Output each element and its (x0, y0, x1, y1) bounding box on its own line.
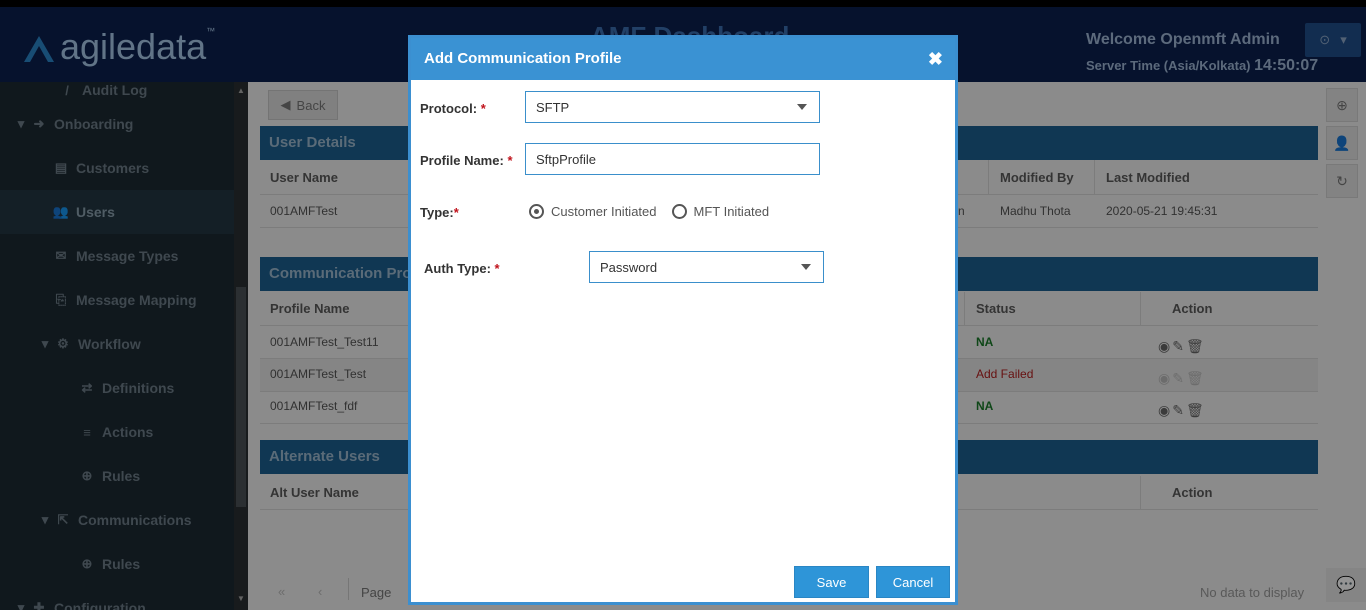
type-label: Type:* (420, 205, 459, 220)
chevron-down-icon (797, 104, 807, 110)
protocol-label: Protocol: * (420, 101, 486, 116)
protocol-value: SFTP (536, 100, 570, 115)
add-comm-profile-dialog: Add Communication Profile ✖ Protocol: * … (408, 35, 958, 605)
auth-type-value: Password (600, 260, 658, 275)
close-icon[interactable]: ✖ (928, 49, 943, 70)
dialog-title: Add Communication Profile (424, 50, 622, 67)
top-strip (0, 0, 1366, 7)
auth-type-label: Auth Type: * (424, 261, 500, 276)
type-radio-group: Customer Initiated MFT Initiated (529, 204, 769, 219)
radio-customer-initiated-label[interactable]: Customer Initiated (551, 204, 657, 219)
radio-mft-initiated[interactable] (671, 204, 687, 219)
auth-type-select[interactable]: Password (589, 251, 824, 283)
protocol-select[interactable]: SFTP (525, 91, 820, 123)
profile-name-input[interactable] (525, 143, 820, 175)
profile-name-label: Profile Name: * (420, 153, 513, 168)
dialog-header: Add Communication Profile ✖ (411, 38, 955, 80)
cancel-button[interactable]: Cancel (876, 566, 950, 598)
save-button[interactable]: Save (794, 566, 869, 598)
radio-customer-initiated[interactable] (529, 204, 544, 219)
chevron-down-icon (801, 264, 811, 270)
radio-mft-initiated-label[interactable]: MFT Initiated (694, 204, 770, 219)
